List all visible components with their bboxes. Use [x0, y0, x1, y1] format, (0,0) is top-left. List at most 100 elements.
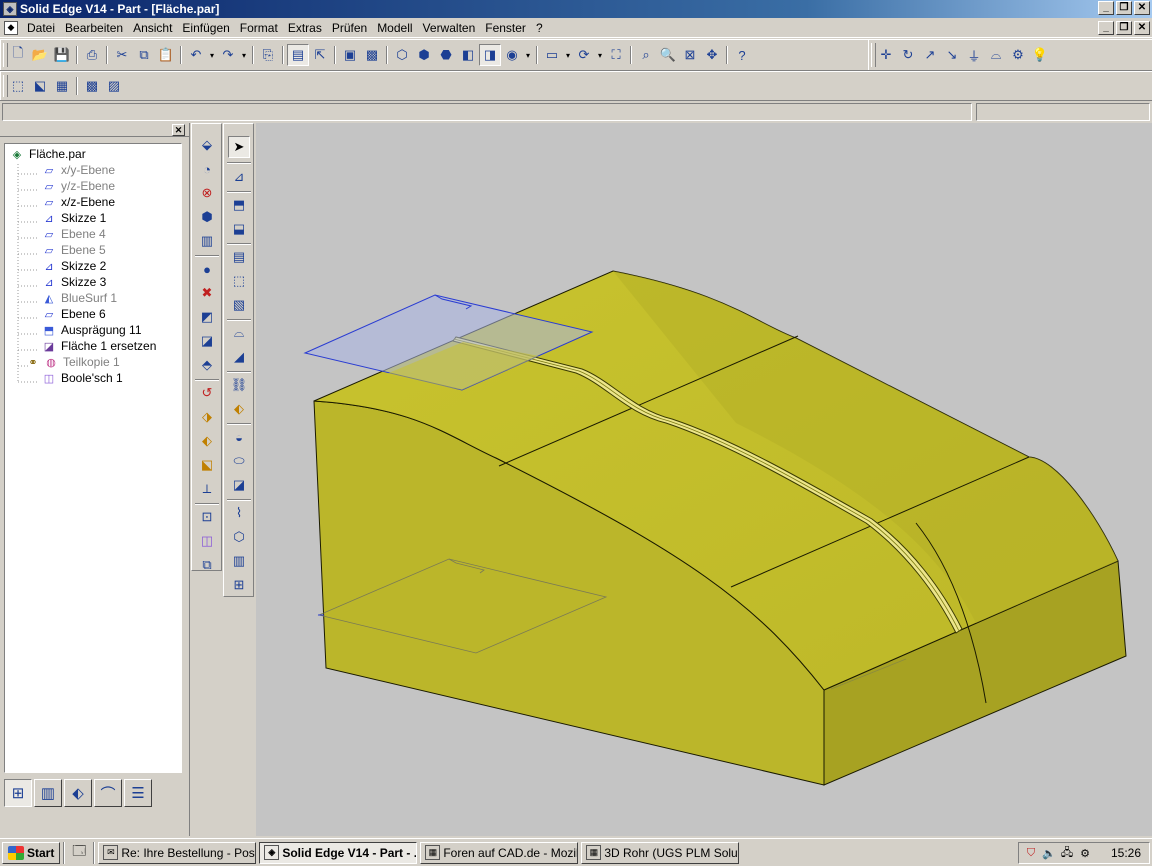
menu-help[interactable]: ?	[531, 19, 548, 37]
show-desktop-icon[interactable]: 🗔	[68, 842, 90, 864]
named-views-icon[interactable]: ▭	[541, 44, 563, 66]
rotate-dropdown-icon[interactable]: ▾	[595, 44, 605, 66]
cut-icon[interactable]: ✂	[111, 44, 133, 66]
derived-curve-icon[interactable]: ⬡	[228, 526, 250, 548]
point-icon[interactable]: ✛	[875, 44, 897, 66]
cutout-tool-icon[interactable]: ⊗	[196, 182, 218, 204]
line-arrow-icon[interactable]: ↗	[919, 44, 941, 66]
task-mozilla[interactable]: ▦ Foren auf CAD.de - Mozilla	[420, 841, 579, 864]
select-arrow-icon[interactable]: ➤	[228, 136, 250, 158]
tree-item-xz-plane[interactable]: ▱ x/z-Ebene	[41, 194, 115, 210]
tree-item-xy-plane[interactable]: ▱ x/y-Ebene	[41, 162, 115, 178]
sweep-tool-icon[interactable]: ⬗	[196, 406, 218, 428]
render-dropdown-icon[interactable]: ▾	[523, 44, 533, 66]
direction-icon[interactable]: ↘	[941, 44, 963, 66]
redo-dropdown-icon[interactable]: ▾	[239, 44, 249, 66]
paste-icon[interactable]: 📋	[155, 44, 177, 66]
tree-item-plane-5[interactable]: ▱ Ebene 5	[41, 242, 106, 258]
chamfer-tool-icon[interactable]: ✖	[196, 282, 218, 304]
minimize-button[interactable]: _	[1098, 1, 1114, 15]
view-front-icon[interactable]: ⬢	[413, 44, 435, 66]
menu-verwalten[interactable]: Verwalten	[418, 19, 481, 37]
solid-edge-app-icon[interactable]: ◈	[3, 2, 17, 16]
tools-icon[interactable]: ⚙	[1007, 44, 1029, 66]
round-tool-icon[interactable]: ●	[196, 258, 218, 280]
revolve-tool-icon[interactable]: ◔	[196, 158, 218, 180]
project-curve-icon[interactable]: ▥	[228, 550, 250, 572]
menu-datei[interactable]: Datei	[22, 19, 60, 37]
helix-tool-icon[interactable]: ↺	[196, 382, 218, 404]
app-tray-icon[interactable]: ⚙	[1077, 845, 1093, 861]
menu-format[interactable]: Format	[235, 19, 283, 37]
zoom-area-icon[interactable]: ⌕	[635, 44, 657, 66]
doc-minimize-button[interactable]: _	[1098, 21, 1114, 35]
mirror-icon[interactable]: ▨	[103, 75, 125, 97]
view-iso-icon[interactable]: ⬡	[391, 44, 413, 66]
menu-fenster[interactable]: Fenster	[480, 19, 531, 37]
tree-item-part-copy-1[interactable]: ⚭ ◍ Teilkopie 1	[27, 354, 119, 370]
pan-icon[interactable]: ✥	[701, 44, 723, 66]
paste-special-icon[interactable]: ⎘	[257, 44, 279, 66]
bluesurf-tool-icon[interactable]: ⌓	[228, 322, 250, 344]
loft-tool-icon[interactable]: ⬖	[196, 430, 218, 452]
sensors-tab-icon[interactable]: ⌒	[94, 779, 122, 807]
pattern-icon[interactable]: ▩	[81, 75, 103, 97]
tree-item-boolean-1[interactable]: ◫ Boole'sch 1	[41, 370, 123, 386]
new-icon[interactable]: 🗋	[7, 44, 29, 66]
view-top-icon[interactable]: ⬣	[435, 44, 457, 66]
task-3d-rohr[interactable]: ▦ 3D Rohr (UGS PLM Solutio...	[581, 841, 740, 864]
select-set-icon[interactable]: ⬚	[7, 75, 29, 97]
edit-profile-icon[interactable]: ⬕	[29, 75, 51, 97]
feature-pathfinder-tab-icon[interactable]: ⊞	[4, 779, 32, 807]
web-network-tool-icon[interactable]: ⊡	[196, 506, 218, 528]
fit-all-icon[interactable]: ⊠	[679, 44, 701, 66]
rotate-icon[interactable]: ⟳	[573, 44, 595, 66]
copy-icon[interactable]: ⧉	[133, 44, 155, 66]
title-bar[interactable]: ◈ Solid Edge V14 - Part - [Fläche.par] _…	[0, 0, 1152, 18]
menu-einfuegen[interactable]: Einfügen	[177, 19, 234, 37]
thin-wall-tool-icon[interactable]: ◪	[196, 330, 218, 352]
stitch-surface-icon[interactable]: ⛓	[228, 374, 250, 396]
model-viewport[interactable]	[256, 123, 1152, 836]
boolean-tool-icon[interactable]: ◫	[196, 530, 218, 552]
extruded-surface-icon[interactable]: ⬒	[228, 194, 250, 216]
tree-item-sketch-1[interactable]: ⊿ Skizze 1	[41, 210, 106, 226]
parting-line-icon[interactable]: ⬭	[228, 450, 250, 472]
part-copy-tool-icon[interactable]: ⧉	[196, 554, 218, 576]
edgebar-close-button[interactable]: ✕	[172, 124, 185, 136]
tree-item-protrusion-11[interactable]: ⬒ Ausprägung 11	[41, 322, 142, 338]
sketch-tool-icon[interactable]: ⊿	[228, 166, 250, 188]
thicken-tool-icon[interactable]: ⬘	[196, 354, 218, 376]
trim-surface-icon[interactable]: ◢	[228, 346, 250, 368]
antivirus-shield-icon[interactable]: ⛉	[1023, 845, 1039, 861]
shaded-edges-icon[interactable]: ◨	[479, 44, 501, 66]
replace-face-tool-icon[interactable]: ◪	[228, 474, 250, 496]
lip-tool-icon[interactable]: ⟂	[196, 478, 218, 500]
layers-icon[interactable]: ▣	[339, 44, 361, 66]
revolved-surface-icon[interactable]: ⬓	[228, 218, 250, 240]
render-sphere-icon[interactable]: ◉	[501, 44, 523, 66]
doc-close-button[interactable]: ✕	[1134, 21, 1150, 35]
undo-dropdown-icon[interactable]: ▾	[207, 44, 217, 66]
normal-tool-icon[interactable]: ⬕	[196, 454, 218, 476]
doc-restore-button[interactable]: ❐	[1116, 21, 1132, 35]
cross-curve-icon[interactable]: ⊞	[228, 574, 250, 596]
network-icon[interactable]: 🖧	[1059, 845, 1075, 861]
maximize-button[interactable]: ❐	[1116, 1, 1132, 15]
intersect-curve-icon[interactable]: ⬖	[228, 398, 250, 420]
bounded-surface-icon[interactable]: ▧	[228, 294, 250, 316]
arc-icon[interactable]: ↻	[897, 44, 919, 66]
lightbulb-icon[interactable]: 💡	[1029, 44, 1051, 66]
document-icon[interactable]: ◆	[4, 20, 18, 35]
ground-icon[interactable]: ⏚	[963, 44, 985, 66]
tree-item-plane-6[interactable]: ▱ Ebene 6	[41, 306, 106, 322]
surface-icon[interactable]: ⌓	[985, 44, 1007, 66]
clock[interactable]: 15:26	[1111, 846, 1141, 860]
tree-item-sketch-3[interactable]: ⊿ Skizze 3	[41, 274, 106, 290]
rib-tool-icon[interactable]: ▥	[196, 230, 218, 252]
split-face-icon[interactable]: ◒	[228, 426, 250, 448]
swept-surface-icon[interactable]: ⬚	[228, 270, 250, 292]
tree-item-bluesurf-1[interactable]: ◭ BlueSurf 1	[41, 290, 117, 306]
tree-item-replace-face-1[interactable]: ◪ Fläche 1 ersetzen	[41, 338, 157, 354]
feature-library-icon[interactable]: ▦	[51, 75, 73, 97]
